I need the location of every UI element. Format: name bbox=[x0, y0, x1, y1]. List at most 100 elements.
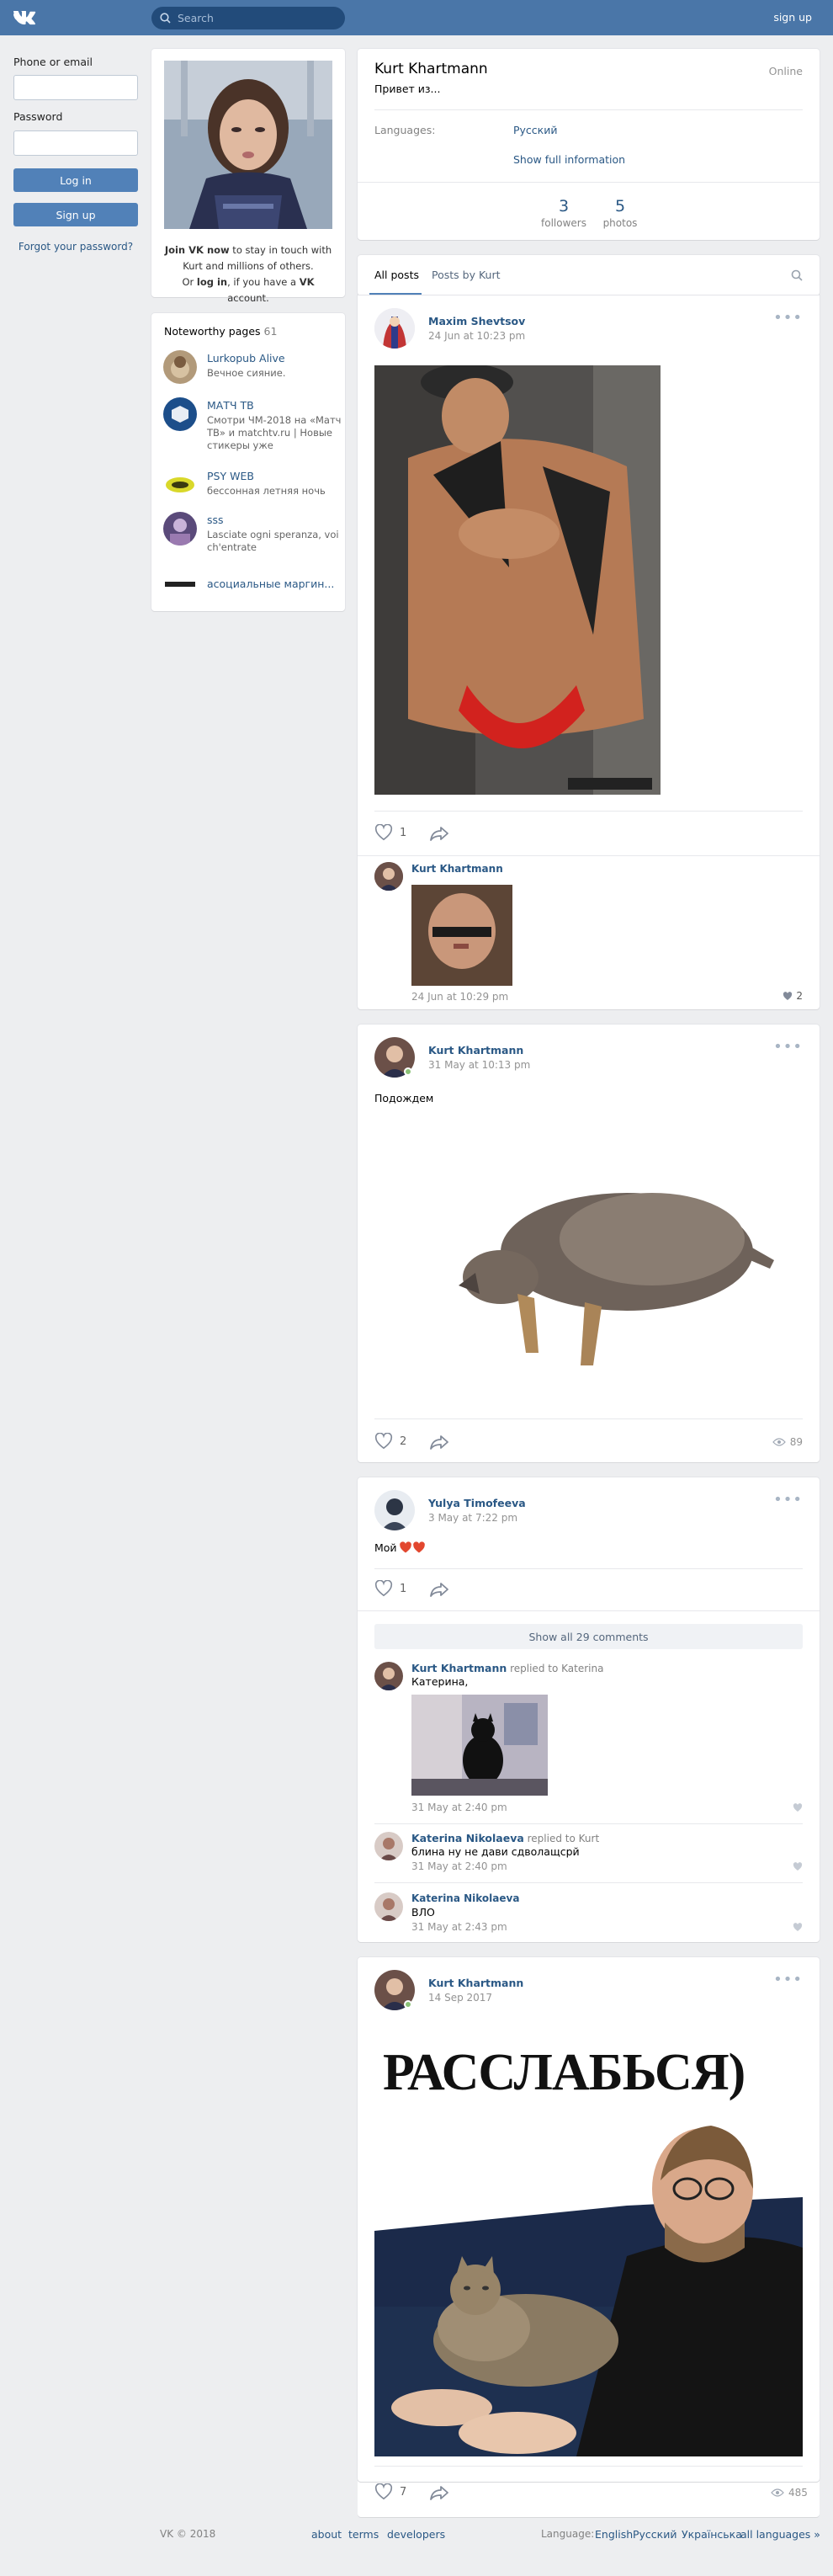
post-text: Подождем bbox=[374, 1092, 434, 1104]
page-name[interactable]: асоциальные маргин... bbox=[207, 577, 334, 590]
footer-terms-link[interactable]: terms bbox=[348, 2528, 379, 2541]
share-icon[interactable] bbox=[429, 826, 449, 841]
like-count: 1 bbox=[400, 826, 407, 839]
search-box[interactable] bbox=[151, 7, 345, 29]
avatar[interactable] bbox=[374, 1490, 415, 1530]
comment-author[interactable]: Katerina Nikolaeva bbox=[411, 1892, 519, 1904]
search-input[interactable] bbox=[178, 12, 329, 24]
post-date[interactable]: 31 May at 10:13 pm bbox=[428, 1059, 530, 1071]
languages-value[interactable]: Русский bbox=[513, 124, 557, 136]
page-name[interactable]: Lurkopub Alive bbox=[207, 352, 285, 365]
post-author[interactable]: Kurt Khartmann bbox=[428, 1044, 523, 1056]
comment-image[interactable] bbox=[411, 885, 512, 986]
page-name[interactable]: sss bbox=[207, 514, 224, 526]
signup-link[interactable]: sign up bbox=[773, 11, 812, 24]
post-image[interactable] bbox=[442, 1159, 778, 1370]
page-desc: бессонная летняя ночь bbox=[207, 485, 326, 497]
comment-like-count: 2 bbox=[796, 990, 803, 1002]
post-date[interactable]: 3 May at 7:22 pm bbox=[428, 1512, 517, 1524]
share-icon[interactable] bbox=[429, 2485, 449, 2500]
footer-lang-ukrainian[interactable]: Українська bbox=[682, 2528, 742, 2541]
search-icon[interactable] bbox=[791, 269, 803, 281]
post-image[interactable]: РАССЛАБЬСЯ) bbox=[374, 2041, 803, 2456]
eye-icon bbox=[772, 1438, 786, 1446]
phone-label: Phone or email bbox=[13, 56, 93, 68]
join-bold[interactable]: Join VK now bbox=[165, 244, 230, 256]
replied-to[interactable]: replied to Kurt bbox=[524, 1833, 600, 1844]
avatar[interactable] bbox=[374, 308, 415, 349]
heart-icon bbox=[374, 824, 393, 841]
footer-lang-english[interactable]: English bbox=[595, 2528, 633, 2541]
post-relax: Kurt Khartmann 14 Sep 2017 ••• РАССЛАБЬС… bbox=[358, 1957, 820, 2482]
like-button[interactable]: 1 bbox=[374, 1580, 406, 1597]
page-name[interactable]: МАТЧ ТВ bbox=[207, 399, 254, 412]
comment-image[interactable] bbox=[411, 1695, 548, 1796]
footer-all-languages[interactable]: all languages » bbox=[740, 2528, 820, 2541]
footer-about-link[interactable]: about bbox=[311, 2528, 342, 2541]
comment-header: Katerina Nikolaeva replied to Kurt bbox=[411, 1832, 599, 1844]
login-inline-link[interactable]: log in bbox=[197, 276, 227, 288]
post-date[interactable]: 24 Jun at 10:23 pm bbox=[428, 330, 525, 342]
more-icon[interactable]: ••• bbox=[773, 1971, 803, 1988]
more-icon[interactable]: ••• bbox=[773, 1491, 803, 1509]
comment-author[interactable]: Kurt Khartmann bbox=[411, 863, 503, 875]
comment-text: Катерина, bbox=[411, 1675, 469, 1688]
avatar[interactable] bbox=[374, 1662, 403, 1690]
tab-posts-by-kurt[interactable]: Posts by Kurt bbox=[432, 269, 500, 281]
post-author[interactable]: Yulya Timofeeva bbox=[428, 1497, 526, 1509]
post-author[interactable]: Maxim Shevtsov bbox=[428, 315, 525, 327]
footer-developers-link[interactable]: developers bbox=[387, 2528, 445, 2541]
login-button[interactable]: Log in bbox=[13, 168, 138, 192]
comment-text: ВЛО bbox=[411, 1906, 435, 1919]
page-desc: Вечное сияние. bbox=[207, 367, 286, 379]
heart-icon bbox=[374, 2483, 393, 2500]
phone-input[interactable] bbox=[13, 75, 138, 100]
noteworthy-title[interactable]: Noteworthy pages 61 bbox=[164, 325, 277, 338]
forgot-password-link[interactable]: Forgot your password? bbox=[13, 241, 138, 253]
password-input[interactable] bbox=[13, 130, 138, 156]
page-desc: Lasciate ogni speranza, voi ch'entrate bbox=[207, 529, 339, 553]
replied-to[interactable]: replied to Katerina bbox=[507, 1663, 603, 1674]
footer-lang-russian[interactable]: Русский bbox=[633, 2528, 676, 2541]
avatar[interactable] bbox=[374, 862, 403, 891]
comment-date[interactable]: 31 May at 2:40 pm bbox=[411, 1860, 507, 1872]
more-icon[interactable]: ••• bbox=[773, 309, 803, 327]
avatar[interactable] bbox=[374, 1832, 403, 1860]
more-icon[interactable]: ••• bbox=[773, 1038, 803, 1056]
heart-icon bbox=[374, 1580, 393, 1597]
password-label: Password bbox=[13, 110, 63, 123]
account-text: account. bbox=[227, 292, 269, 304]
show-full-info-link[interactable]: Show full information bbox=[513, 153, 625, 166]
vk-logo-icon[interactable] bbox=[10, 7, 40, 29]
profile-photo[interactable] bbox=[164, 61, 332, 229]
like-button[interactable]: 2 bbox=[374, 1433, 406, 1450]
noteworthy-pages-card: Noteworthy pages 61 Lurkopub Alive Вечно… bbox=[151, 313, 345, 611]
post-date[interactable]: 14 Sep 2017 bbox=[428, 1992, 492, 2004]
share-icon[interactable] bbox=[429, 1582, 449, 1597]
share-icon[interactable] bbox=[429, 1434, 449, 1450]
heart-icon[interactable] bbox=[793, 1923, 803, 1932]
like-button[interactable]: 7 bbox=[374, 2483, 406, 2500]
followers-counter[interactable]: 3 followers bbox=[534, 197, 593, 229]
post-author[interactable]: Kurt Khartmann bbox=[428, 1977, 523, 1989]
like-count: 2 bbox=[400, 1434, 407, 1448]
photos-counter[interactable]: 5 photos bbox=[595, 197, 645, 229]
comment-author[interactable]: Katerina Nikolaeva bbox=[411, 1832, 524, 1844]
comment-date[interactable]: 24 Jun at 10:29 pm bbox=[411, 991, 508, 1003]
comment-like[interactable]: 2 bbox=[783, 990, 803, 1002]
post-image[interactable] bbox=[374, 365, 661, 795]
comment-date[interactable]: 31 May at 2:43 pm bbox=[411, 1921, 507, 1933]
show-all-comments-button[interactable]: Show all 29 comments bbox=[374, 1624, 803, 1649]
avatar[interactable] bbox=[374, 1892, 403, 1921]
comment-date[interactable]: 31 May at 2:40 pm bbox=[411, 1802, 507, 1813]
signup-button[interactable]: Sign up bbox=[13, 203, 138, 226]
comment-author[interactable]: Kurt Khartmann bbox=[411, 1662, 507, 1674]
tab-all-posts[interactable]: All posts bbox=[374, 269, 419, 281]
footer-copyright: VK © 2018 bbox=[160, 2528, 216, 2540]
footer-language-label: Language: bbox=[541, 2528, 595, 2540]
heart-icon[interactable] bbox=[793, 1803, 803, 1812]
heart-icon[interactable] bbox=[793, 1862, 803, 1871]
like-button[interactable]: 1 bbox=[374, 824, 406, 841]
heart-emoji-icon bbox=[399, 1541, 426, 1554]
page-name[interactable]: PSY WEB bbox=[207, 470, 254, 482]
